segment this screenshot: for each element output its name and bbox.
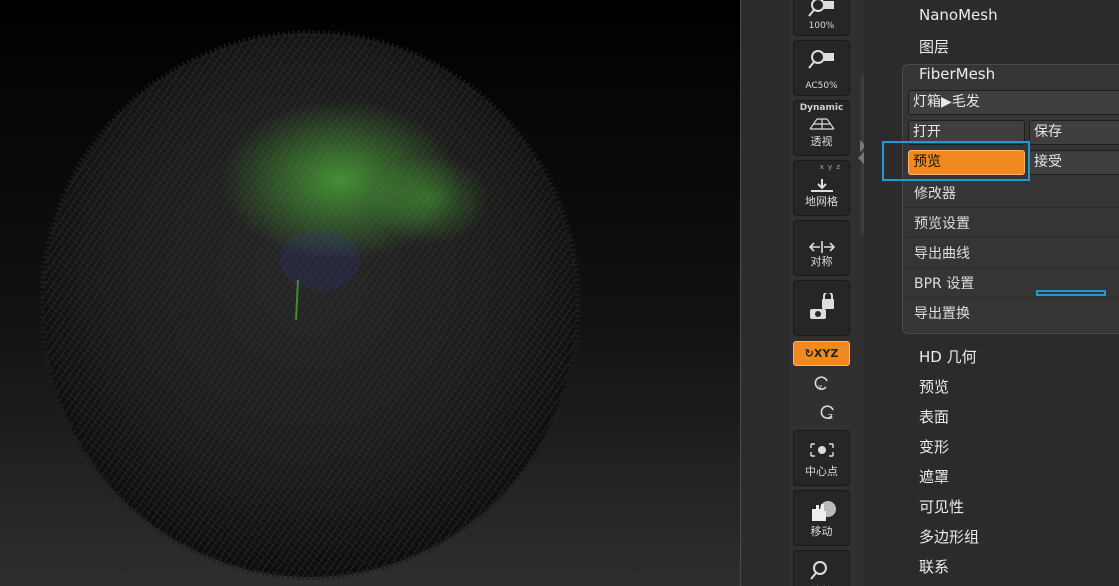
menu-polygroups[interactable]: 多边形组 (919, 526, 979, 547)
menu-surface[interactable]: 表面 (919, 406, 949, 427)
modifiers-item[interactable]: 修改器 (914, 183, 956, 203)
svg-text:Y: Y (817, 384, 823, 392)
shelf-gap (741, 0, 789, 586)
divider (906, 207, 1119, 208)
fibermesh-title[interactable]: FiberMesh (919, 65, 995, 83)
save-button[interactable]: 保存 (1029, 120, 1119, 145)
export-curves-item[interactable]: 导出曲线 (914, 243, 970, 263)
symmetry-label: 对称 (810, 255, 833, 268)
divider (906, 267, 1119, 268)
accept-button[interactable]: 接受 (1029, 150, 1119, 175)
dynamic-label: Dynamic (799, 103, 844, 113)
symmetry-button[interactable]: 对称 (793, 220, 850, 276)
center-icon (810, 443, 834, 457)
floor-axes-label: x y z (819, 163, 841, 171)
menu-masking[interactable]: 遮罩 (919, 466, 949, 487)
menu-contact[interactable]: 联系 (919, 556, 949, 577)
camera-lock-button[interactable] (793, 280, 850, 336)
menu-preview[interactable]: 预览 (919, 376, 949, 397)
bpr-highlight-mark (1036, 290, 1106, 296)
antialias-half-button[interactable]: AC50% (793, 40, 850, 96)
actual-size-button[interactable]: 100% (793, 0, 850, 36)
menu-layers[interactable]: 图层 (919, 36, 949, 57)
xyz-rotate-icon: ↻ (804, 347, 814, 360)
zoom-icon (810, 561, 827, 580)
move-label: 移动 (810, 525, 833, 538)
lightbox-fibers-button[interactable]: 灯箱▶毛发 (908, 90, 1119, 115)
preview-settings-item[interactable]: 预览设置 (914, 213, 970, 233)
bpr-settings-item[interactable]: BPR 设置 (914, 273, 974, 293)
floor-grid-button[interactable]: x y z 地网格 (793, 160, 850, 216)
center-point-button[interactable]: 中心点 (793, 430, 850, 486)
menu-deformation[interactable]: 变形 (919, 436, 949, 457)
actual-size-label: 100% (808, 21, 835, 31)
center-point-label: 中心点 (805, 465, 838, 478)
perspective-grid-icon (809, 118, 835, 130)
xyz-label: XYZ (813, 347, 839, 360)
menu-visibility[interactable]: 可见性 (919, 496, 964, 517)
hand-icon (812, 501, 836, 521)
tool-shelf: 100% AC50% Dynamic 透视 x y z 地网格 对称 ↻XYZ … (789, 0, 854, 586)
zoom-icon (808, 0, 834, 17)
zoom-icon (808, 50, 834, 69)
menu-nanomesh[interactable]: NanoMesh (919, 6, 998, 24)
floor-icon (811, 179, 833, 192)
perspective-label: 透视 (810, 135, 833, 148)
antialias-half-label: AC50% (805, 81, 838, 91)
xyz-rotate-button[interactable]: ↻XYZ (793, 341, 850, 366)
move-button[interactable]: 移动 (793, 490, 850, 546)
camera-lock-icon (810, 293, 834, 319)
viewport-canvas[interactable] (0, 0, 740, 586)
floor-grid-label: 地网格 (805, 195, 838, 208)
scale-button[interactable]: 缩放 (793, 550, 850, 586)
divider (906, 237, 1119, 238)
svg-text:Z: Z (828, 413, 833, 421)
preview-highlight-box (882, 141, 1030, 181)
perspective-button[interactable]: Dynamic 透视 (793, 100, 850, 156)
z-rotate-icon[interactable]: Z (818, 402, 838, 422)
divider (906, 297, 1119, 298)
menu-hd-geometry[interactable]: HD 几何 (919, 346, 977, 367)
fiber-sphere[interactable] (40, 30, 580, 580)
y-rotate-icon[interactable]: Y (812, 373, 832, 393)
export-displacement-item[interactable]: 导出置换 (914, 303, 970, 323)
